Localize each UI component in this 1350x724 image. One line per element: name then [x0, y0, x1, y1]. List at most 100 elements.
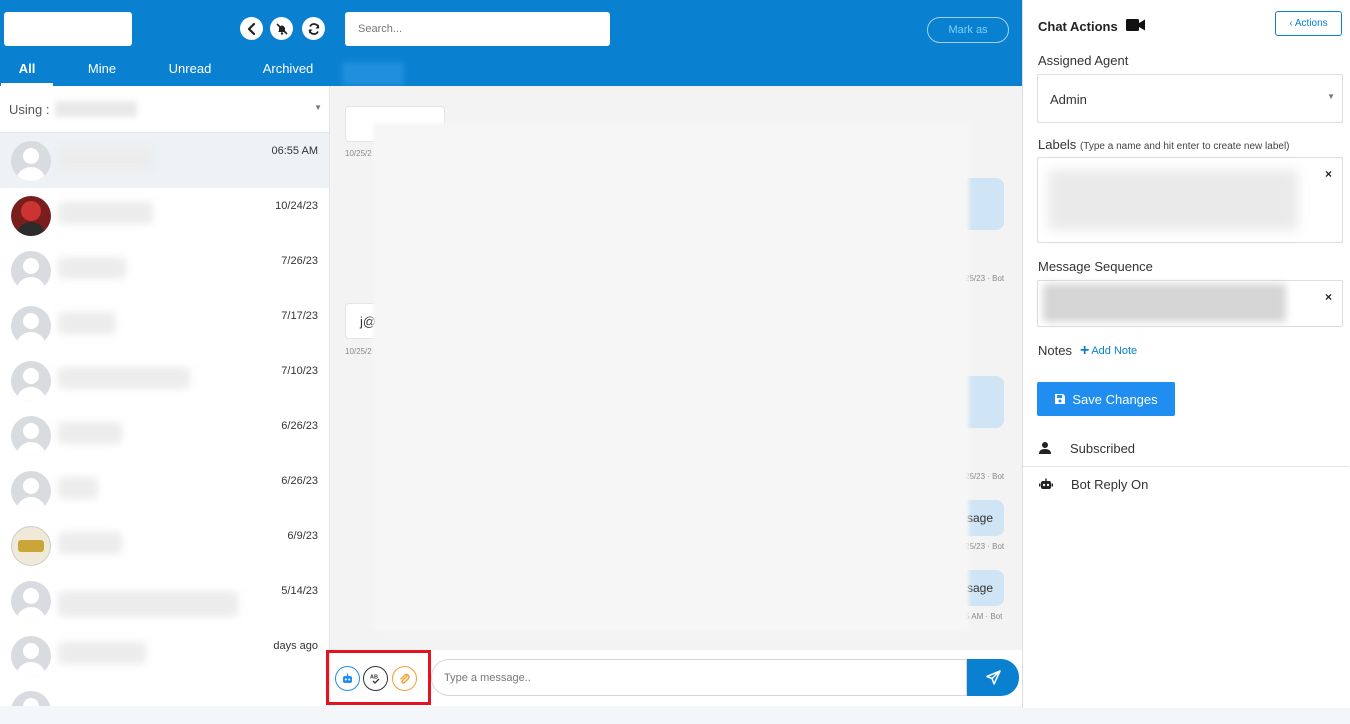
avatar: [11, 251, 51, 291]
avatar: [11, 196, 51, 236]
chat-actions-title: Chat Actions: [1038, 19, 1118, 34]
contact-item[interactable]: 7/26/23: [0, 243, 329, 298]
avatar: [11, 416, 51, 456]
contact-date: 10/24/23: [275, 200, 318, 212]
conversation-tabs: All Mine Unread Archived: [0, 58, 347, 86]
assigned-agent-select[interactable]: Admin ▼: [1037, 74, 1343, 123]
send-button[interactable]: [967, 659, 1019, 696]
caret-down-icon: ▼: [314, 103, 322, 112]
avatar: [11, 636, 51, 676]
contact-name: [58, 532, 122, 554]
contact-name: [58, 642, 146, 664]
contact-item[interactable]: 10/24/23: [0, 188, 329, 243]
message-meta: 10/25/2: [345, 347, 372, 356]
bot-icon: [343, 673, 352, 683]
contact-date: 06:55 AM: [271, 145, 318, 157]
avatar: [11, 361, 51, 401]
contact-item[interactable]: [0, 683, 329, 706]
workspace-selector[interactable]: [4, 12, 132, 46]
message-sequence-label: Message Sequence: [1038, 259, 1153, 274]
contact-name: [58, 477, 98, 499]
attachment-button[interactable]: [392, 666, 417, 691]
contact-name: [58, 257, 126, 279]
subscribed-row[interactable]: Subscribed: [1023, 430, 1349, 467]
avatar: [11, 306, 51, 346]
contact-name: [58, 591, 238, 617]
assigned-agent-label: Assigned Agent: [1038, 53, 1129, 68]
contact-item[interactable]: 5/14/23: [0, 573, 329, 628]
contact-date: 7/26/23: [281, 255, 318, 267]
mute-button[interactable]: [270, 17, 293, 40]
contact-date: 7/17/23: [281, 310, 318, 322]
clear-labels-icon[interactable]: ×: [1325, 167, 1332, 181]
search-input[interactable]: [345, 12, 610, 46]
contact-item[interactable]: 6/26/23: [0, 463, 329, 518]
back-button[interactable]: [240, 17, 263, 40]
assigned-agent-value: Admin: [1050, 92, 1087, 107]
redacted-tab[interactable]: [342, 62, 404, 86]
chat-actions-panel: Chat Actions ‹ Actions Assigned Agent Ad…: [1022, 0, 1350, 708]
contact-date: 7/10/23: [281, 365, 318, 377]
chat-messages-area[interactable]: 10/25/2 25/23 · Bot j@ 10/25/2 25/23 · B…: [331, 86, 1022, 650]
mute-icon: [275, 22, 288, 35]
tab-mine[interactable]: Mine: [53, 58, 151, 86]
refresh-button[interactable]: [302, 17, 325, 40]
channel-selector[interactable]: Using : ▼: [0, 86, 329, 133]
contact-item[interactable]: days ago: [0, 628, 329, 683]
robot-icon: [1039, 478, 1053, 489]
contact-item[interactable]: 6/9/23: [0, 518, 329, 573]
subscribed-label: Subscribed: [1070, 441, 1136, 456]
spellcheck-button[interactable]: AB: [363, 666, 388, 691]
refresh-icon: [308, 22, 319, 35]
redacted-sequence: [1043, 284, 1286, 322]
notes-row: Notes + Add Note: [1038, 342, 1137, 358]
video-camera-icon[interactable]: [1126, 18, 1145, 32]
message-sequence-input[interactable]: ×: [1037, 280, 1343, 327]
contact-item[interactable]: 7/10/23: [0, 353, 329, 408]
caret-down-icon: ▼: [1327, 92, 1335, 101]
contact-date: 6/9/23: [287, 530, 318, 542]
bot-reply-row[interactable]: Bot Reply On: [1023, 466, 1349, 503]
tab-all[interactable]: All: [1, 58, 53, 86]
contact-item[interactable]: 6/26/23: [0, 408, 329, 463]
tab-archived[interactable]: Archived: [229, 58, 347, 86]
contact-name: [58, 312, 116, 334]
avatar: [11, 581, 51, 621]
message-meta: 25/23 · Bot: [965, 542, 1005, 551]
contact-item[interactable]: 7/17/23: [0, 298, 329, 353]
actions-button[interactable]: ‹ Actions: [1275, 11, 1342, 36]
contact-name: [58, 367, 190, 389]
contact-date: days ago: [273, 640, 318, 652]
bottom-strip: [0, 706, 1022, 724]
bot-button[interactable]: [335, 666, 360, 691]
contact-date: 6/26/23: [281, 420, 318, 432]
contact-date: 6/26/23: [281, 475, 318, 487]
avatar: [11, 141, 51, 181]
labels-hint: (Type a name and hit enter to create new…: [1079, 141, 1290, 152]
avatar: [11, 471, 51, 511]
using-label: Using :: [9, 101, 50, 117]
avatar: [11, 691, 51, 706]
clear-sequence-icon[interactable]: ×: [1325, 290, 1332, 304]
contact-item[interactable]: 06:55 AM: [0, 133, 329, 188]
contact-name: [58, 147, 153, 169]
contact-name: [58, 202, 153, 224]
message-meta: 25/23 · Bot: [965, 274, 1005, 283]
notes-label: Notes: [1038, 343, 1072, 358]
tab-unread[interactable]: Unread: [151, 58, 229, 86]
user-icon: [1039, 442, 1051, 454]
redacted-conversation: [373, 123, 969, 631]
labels-input[interactable]: ×: [1037, 157, 1343, 243]
save-changes-button[interactable]: Save Changes: [1037, 382, 1175, 416]
bot-reply-label: Bot Reply On: [1071, 477, 1149, 492]
message-input[interactable]: [431, 659, 967, 696]
message-meta: 5 AM · Bot: [965, 612, 1003, 621]
spellcheck-icon: AB: [370, 675, 380, 684]
labels-label: Labels (Type a name and hit enter to cre…: [1038, 137, 1290, 152]
top-header: Mark as All Mine Unread Archived: [0, 0, 1022, 86]
message-meta: 25/23 · Bot: [965, 472, 1005, 481]
contact-list-panel: Using : ▼ 06:55 AM 10/24/23 7/26/23 7/17…: [0, 86, 330, 706]
mark-as-button[interactable]: Mark as: [927, 17, 1009, 43]
contact-date: 5/14/23: [281, 585, 318, 597]
add-note-button[interactable]: + Add Note: [1080, 342, 1137, 358]
